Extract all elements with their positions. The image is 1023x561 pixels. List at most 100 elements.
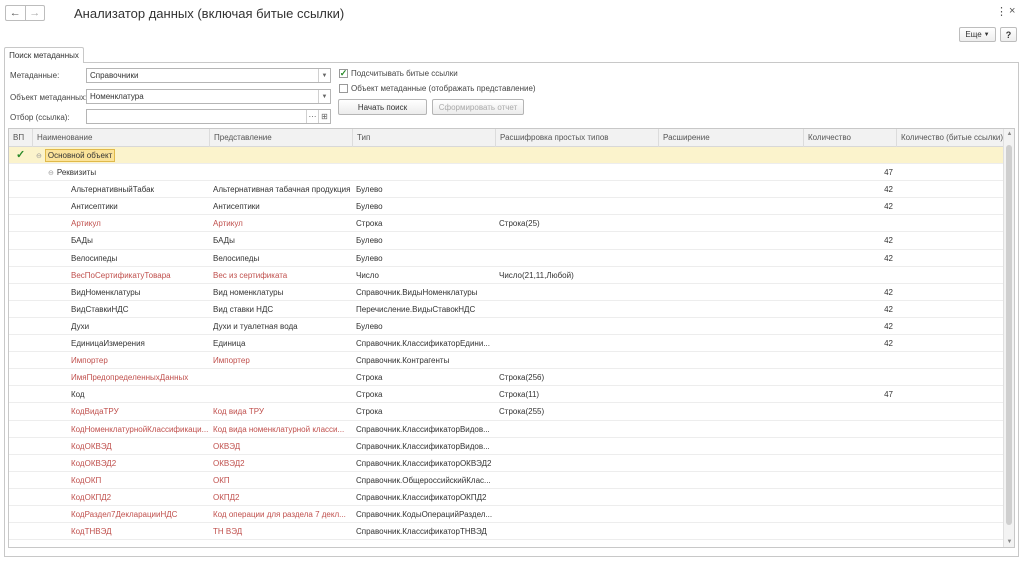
table-row[interactable]: КодТНВЭД ТН ВЭД Справочник.КлассификаторТН… <box>9 523 1004 541</box>
column-header-count[interactable]: Количество <box>804 129 897 147</box>
cell-ext <box>659 455 804 472</box>
cell-repr: Вес из сертификата <box>213 270 288 280</box>
back-arrow-icon[interactable]: ← <box>6 6 25 20</box>
cell-detail: Строка(256) <box>499 373 545 383</box>
table-row-root[interactable]: ✓ ⊖ Основной объект <box>9 147 1004 165</box>
table-row[interactable]: КодРаздел7ДекларацииНДС Код операции для … <box>9 506 1004 524</box>
cell-type: Справочник.КлассификаторОКПД2 <box>356 492 487 502</box>
table-row[interactable]: БАДы БАДы Булево 42 <box>9 232 1004 250</box>
scroll-down-icon[interactable]: ▼ <box>1004 539 1014 545</box>
cell-type: Строка <box>356 373 383 383</box>
cell-ext <box>659 386 804 403</box>
table-row[interactable]: Артикул Артикул Строка Строка(25) <box>9 215 1004 233</box>
cell-type: Справочник.КлассификаторТНВЭД <box>356 527 487 537</box>
column-header-broken-count[interactable]: Количество (битые ссылки) <box>897 129 1004 147</box>
cell-name: БАДы <box>71 236 93 246</box>
cell-type: Строка <box>356 390 383 400</box>
table-row[interactable]: КодОКПД2 ОКПД2 Справочник.КлассификаторОКП… <box>9 489 1004 506</box>
column-header-vp[interactable]: ВП <box>9 129 33 147</box>
cell-ext <box>659 198 804 215</box>
cell-detail: Число(21,11,Любой) <box>499 270 574 280</box>
cell-count: 42 <box>884 339 893 349</box>
cell-name: КодВидаТРУ <box>71 407 119 417</box>
table-row[interactable]: КодОКВЭД2 ОКВЭД2 Справочник.КлассификаторО… <box>9 455 1004 472</box>
column-header-name[interactable]: Наименование <box>33 129 210 147</box>
cell-name: КодТНВЭД <box>71 527 112 537</box>
cell-count <box>804 489 897 506</box>
cell-ext <box>659 232 804 249</box>
forward-arrow-icon[interactable]: → <box>24 6 45 20</box>
cell-count: 42 <box>884 253 893 263</box>
cell-count <box>804 267 897 284</box>
table-row-group[interactable]: ⊖ Реквизиты 47 <box>9 164 1004 182</box>
cell-repr: Артикул <box>213 219 243 229</box>
cell-repr: Код вида ТРУ <box>213 407 265 417</box>
nav-buttons: ← → <box>5 5 45 21</box>
close-icon[interactable]: × <box>1009 5 1015 17</box>
cell-type: Справочник.ОбщероссийскийКлас... <box>356 475 491 485</box>
cell-detail <box>496 352 659 369</box>
start-search-button[interactable]: Начать поиск <box>338 99 427 115</box>
column-header-repr[interactable]: Представление <box>210 129 353 147</box>
table-row[interactable]: Импортер Импортер Справочник.Контрагенты <box>9 352 1004 370</box>
cell-detail <box>496 318 659 335</box>
column-header-detail[interactable]: Расшифровка простых типов <box>496 129 659 147</box>
cell-broken <box>897 284 1004 301</box>
cell-detail <box>496 232 659 249</box>
dots-select-icon[interactable]: ⋯ <box>306 110 318 123</box>
chevron-down-icon[interactable]: ▼ <box>318 90 330 103</box>
table-row[interactable]: ИмяПредопределенныхДанных Строка Строка(25… <box>9 369 1004 387</box>
root-object-label: Основной объект <box>44 149 116 162</box>
build-report-button[interactable]: Сформировать отчет <box>432 99 524 115</box>
column-header-extension[interactable]: Расширение <box>659 129 804 147</box>
chevron-down-icon[interactable]: ▼ <box>318 69 330 82</box>
cell-detail: Строка(11) <box>499 390 540 400</box>
kebab-menu-icon[interactable]: ⋮ <box>996 5 1007 18</box>
cell-broken <box>897 250 1004 267</box>
show-repr-label: Объект метаданные (отображать представле… <box>351 84 536 93</box>
table-row[interactable]: КодОКП ОКП Справочник.ОбщероссийскийКлас..… <box>9 472 1004 489</box>
table-row[interactable]: ВидНоменклатуры Вид номенклатуры Справочни… <box>9 284 1004 301</box>
more-button[interactable]: Еще ▼ <box>959 27 996 42</box>
table-row[interactable]: ВидСтавкиНДС Вид ставки НДС Перечисление.В… <box>9 301 1004 318</box>
window-header: ← → Анализатор данных (включая битые ссы… <box>0 0 1023 28</box>
cell-type: Справочник.КлассификаторЕдини... <box>356 339 490 349</box>
cell-repr: БАДы <box>213 236 235 246</box>
cell-detail: Строка(255) <box>499 407 545 417</box>
cell-name: ЕдиницаИзмерения <box>71 339 145 349</box>
table-row[interactable]: Велосипеды Велосипеды Булево 42 <box>9 250 1004 267</box>
open-link-icon[interactable]: ⊞ <box>318 110 330 123</box>
scrollbar-thumb[interactable] <box>1006 145 1012 525</box>
table-row[interactable]: Антисептики Антисептики Булево 42 <box>9 198 1004 216</box>
table-row[interactable]: КодНоменклатурнойКлассификаци... Код вида… <box>9 421 1004 438</box>
tab-metadata-search[interactable]: Поиск метаданных <box>4 47 84 63</box>
table-header: ВП Наименование Представление Тип Расшиф… <box>9 129 1004 147</box>
table-row[interactable]: ВесПоСертификатуТовара Вес из сертификата… <box>9 267 1004 284</box>
filter-field[interactable]: ⋯ ⊞ <box>86 109 331 124</box>
cell-count <box>804 506 897 523</box>
table-row[interactable]: ЕдиницаИзмерения Единица Справочник.Класси… <box>9 335 1004 353</box>
show-repr-checkbox[interactable] <box>339 84 348 93</box>
cell-count: 47 <box>884 390 893 400</box>
object-field[interactable]: Номенклатура ▼ <box>86 89 331 104</box>
metadata-field-value: Справочники <box>90 71 139 80</box>
metadata-field[interactable]: Справочники ▼ <box>86 68 331 83</box>
vertical-scrollbar[interactable]: ▲ ▼ <box>1003 129 1014 547</box>
results-table[interactable]: ВП Наименование Представление Тип Расшиф… <box>8 128 1015 548</box>
collapse-icon[interactable]: ⊖ <box>36 153 42 160</box>
cell-type: Справочник.КодыОперацийРаздел... <box>356 509 493 519</box>
table-row[interactable]: КодОКВЭД ОКВЭД Справочник.КлассификаторВид… <box>9 438 1004 455</box>
cell-count <box>804 352 897 369</box>
cell-detail <box>496 472 659 489</box>
table-row[interactable]: АльтернативныйТабак Альтернативная табачн… <box>9 181 1004 199</box>
table-row[interactable]: Духи Духи и туалетная вода Булево 42 <box>9 318 1004 336</box>
cell-repr: Импортер <box>213 356 250 366</box>
column-header-type[interactable]: Тип <box>353 129 496 147</box>
help-button[interactable]: ? <box>1000 27 1017 42</box>
scroll-up-icon[interactable]: ▲ <box>1004 131 1014 137</box>
count-broken-checkbox[interactable]: ✓ <box>339 68 348 78</box>
table-row[interactable]: Код Строка Строка(11) 47 <box>9 386 1004 404</box>
collapse-icon[interactable]: ⊖ <box>48 170 54 177</box>
table-row[interactable]: КодВидаТРУ Код вида ТРУ Строка Строка(255) <box>9 403 1004 421</box>
cell-broken <box>897 489 1004 506</box>
